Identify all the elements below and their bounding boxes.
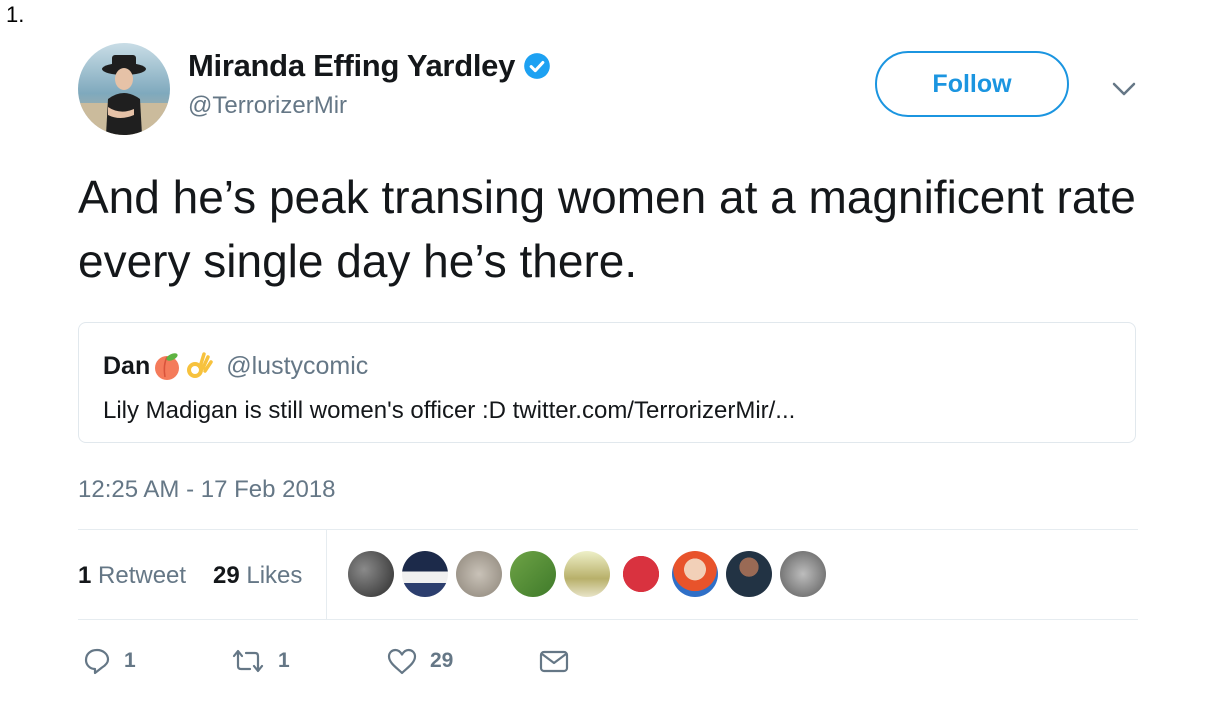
- reply-count: 1: [124, 649, 136, 672]
- likes-count: 29: [213, 562, 240, 589]
- quoted-tweet-text: Lily Madigan is still women's officer :D…: [103, 397, 796, 424]
- tweet-actions: 1 1 29: [78, 646, 1138, 686]
- direct-message-button[interactable]: [538, 646, 570, 676]
- like-count: 29: [430, 649, 454, 672]
- peach-emoji-icon: [155, 353, 180, 380]
- quoted-author-handle: @lustycomic: [226, 351, 369, 380]
- retweet-icon: [232, 649, 264, 673]
- divider-bottom: [78, 619, 1138, 620]
- tweet-timestamp[interactable]: 12:25 AM - 17 Feb 2018: [78, 476, 336, 504]
- author-name-row[interactable]: Miranda Effing Yardley: [188, 48, 551, 84]
- tweet-text: And he’s peak transing women at a magnif…: [78, 171, 1136, 287]
- quoted-author-name: Dan: [103, 351, 151, 380]
- stats-divider: [326, 530, 327, 620]
- liker-avatar-3[interactable]: [456, 551, 502, 597]
- tweet-card: Miranda Effing Yardley @TerrorizerMir Fo…: [78, 40, 1138, 700]
- author-avatar[interactable]: [78, 43, 170, 135]
- list-marker: 1.: [6, 2, 25, 27]
- liker-avatar-5[interactable]: [564, 551, 610, 597]
- author-handle[interactable]: @TerrorizerMir: [188, 92, 551, 120]
- ok-hand-emoji-icon: [187, 352, 213, 378]
- liker-avatar-9[interactable]: [780, 551, 826, 597]
- verified-badge-icon: [524, 53, 550, 79]
- liker-avatar-6[interactable]: [618, 551, 664, 597]
- liker-avatar-7[interactable]: [672, 551, 718, 597]
- author-name[interactable]: Miranda Effing Yardley: [188, 48, 515, 84]
- retweets-label: Retweet: [98, 562, 187, 589]
- quoted-tweet-header: Dan @lustycomic: [103, 351, 368, 381]
- liker-avatar-8[interactable]: [726, 551, 772, 597]
- likes-label: Likes: [246, 562, 303, 589]
- retweets-stat[interactable]: 1 Retweet: [78, 562, 186, 590]
- heart-icon: [387, 648, 417, 675]
- retweet-count: 1: [278, 649, 290, 672]
- reply-icon: [84, 648, 110, 675]
- liker-avatars: [348, 551, 834, 597]
- quoted-tweet[interactable]: Dan @lustycomic Lily Madigan is still wo…: [78, 322, 1136, 443]
- liker-avatar-2[interactable]: [402, 551, 448, 597]
- like-button[interactable]: 29: [386, 646, 453, 676]
- author-info: Miranda Effing Yardley @TerrorizerMir: [188, 48, 551, 120]
- tweet-stats: 1 Retweet 29 Likes: [78, 530, 1138, 620]
- reply-button[interactable]: 1: [82, 646, 136, 676]
- retweets-count: 1: [78, 562, 92, 589]
- liker-avatar-1[interactable]: [348, 551, 394, 597]
- chevron-down-icon[interactable]: [1111, 80, 1137, 98]
- likes-stat[interactable]: 29 Likes: [213, 562, 302, 590]
- follow-button[interactable]: Follow: [875, 51, 1069, 117]
- liker-avatar-4[interactable]: [510, 551, 556, 597]
- retweet-button[interactable]: 1: [230, 646, 290, 676]
- envelope-icon: [539, 650, 569, 673]
